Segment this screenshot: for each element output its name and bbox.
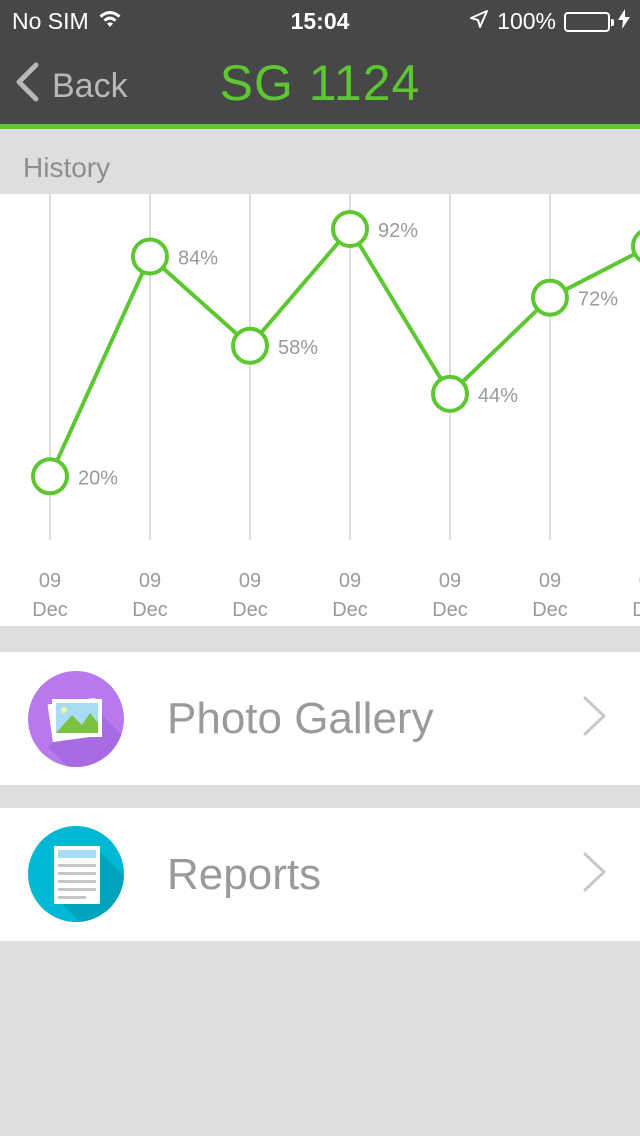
reports-icon [28, 826, 124, 922]
data-point[interactable] [631, 229, 640, 263]
charging-bolt-icon [618, 8, 630, 35]
navigation-bar: Back SG 1124 [0, 40, 640, 129]
data-label: 72% [578, 289, 618, 311]
chevron-right-icon [582, 695, 608, 742]
data-point[interactable] [31, 457, 69, 496]
reports-label: Reports [167, 849, 322, 899]
data-point[interactable] [331, 209, 369, 248]
status-bar: No SIM 15:04 100% [0, 0, 640, 40]
photo-gallery-icon [28, 671, 124, 767]
history-chart[interactable]: 09Dec 09Dec 09Dec 09Dec 09Dec 09Dec 09Dec 20% 84… [0, 194, 640, 626]
reports-row[interactable]: Reports [0, 808, 640, 941]
data-point[interactable] [131, 237, 169, 276]
battery-icon [564, 11, 614, 32]
data-label: 84% [178, 247, 218, 269]
data-label: 92% [378, 220, 418, 242]
data-label: 20% [78, 467, 118, 489]
page-title: SG 1124 [219, 55, 421, 111]
x-tick-label: 09Dec [632, 570, 640, 621]
x-tick-label: 09Dec [432, 570, 468, 621]
chevron-right-icon [582, 851, 608, 898]
data-label: 44% [478, 385, 518, 407]
data-point[interactable] [531, 278, 569, 317]
battery-percent: 100% [497, 8, 556, 34]
history-line-chart: 09Dec 09Dec 09Dec 09Dec 09Dec 09Dec 09Dec 20% 84… [31, 194, 640, 621]
data-label: 58% [278, 337, 318, 359]
photo-gallery-row[interactable]: Photo Gallery [0, 652, 640, 785]
x-tick-label: 09Dec [232, 570, 268, 621]
data-point[interactable] [431, 374, 469, 413]
x-tick-label: 09Dec [332, 570, 368, 621]
x-tick-label: 09Dec [132, 570, 168, 621]
photo-gallery-label: Photo Gallery [167, 693, 434, 743]
location-arrow-icon [469, 8, 489, 35]
status-right: 100% [469, 8, 630, 35]
history-section-header: History [0, 134, 640, 194]
x-tick-label: 09Dec [32, 570, 68, 621]
history-title: History [23, 152, 111, 183]
data-point[interactable] [231, 326, 269, 365]
x-tick-label: 09Dec [532, 570, 568, 621]
